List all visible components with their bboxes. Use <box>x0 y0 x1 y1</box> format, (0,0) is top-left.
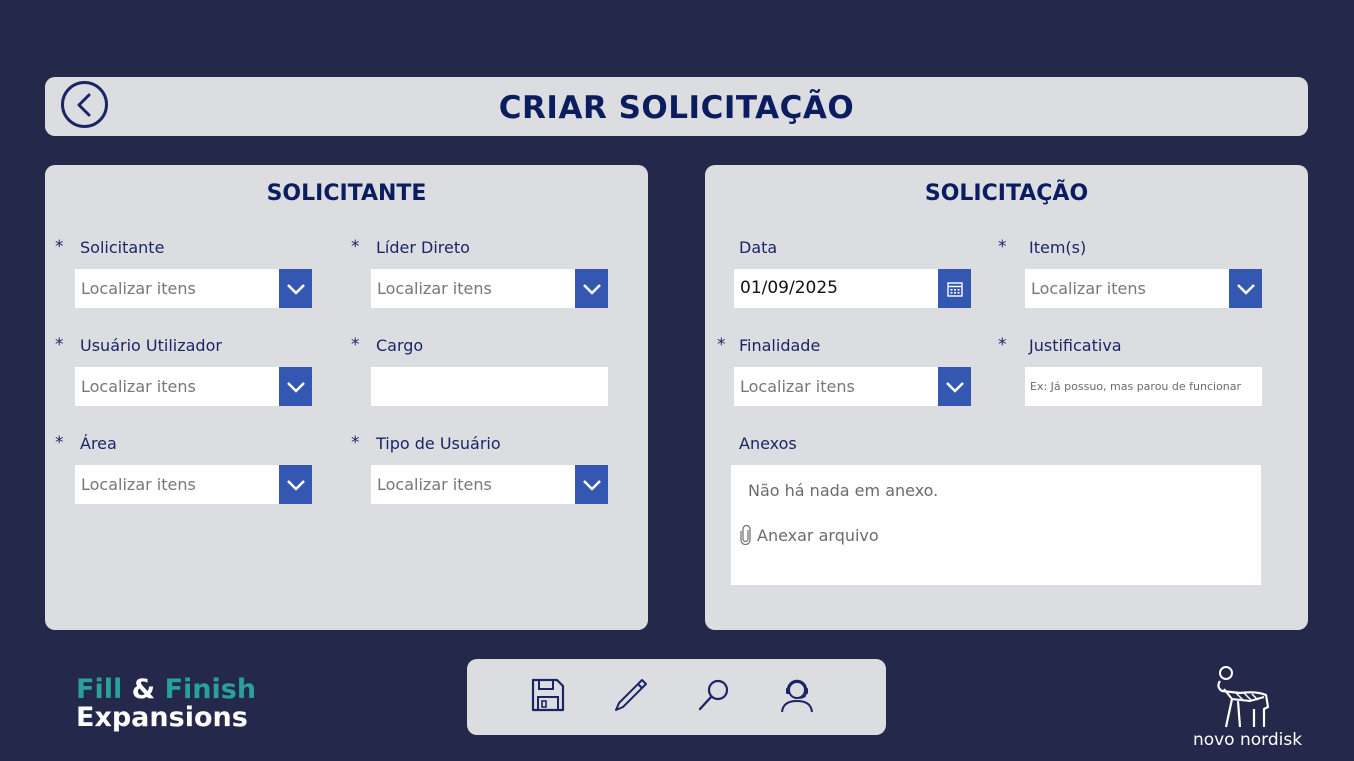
finalidade-label: Finalidade <box>739 336 821 355</box>
required-marker: * <box>55 433 64 453</box>
itens-combobox[interactable]: Localizar itens <box>1025 269 1262 308</box>
itens-label: Item(s) <box>1029 238 1087 257</box>
data-label: Data <box>739 238 778 257</box>
apis-bull-icon <box>1217 666 1270 728</box>
search-button[interactable] <box>694 675 734 715</box>
lider-direto-label: Líder Direto <box>376 238 470 257</box>
required-marker: * <box>351 335 360 355</box>
justificativa-input[interactable]: Ex: Já possuo, mas parou de funcionar <box>1025 367 1262 406</box>
justificativa-placeholder[interactable]: Ex: Já possuo, mas parou de funcionar <box>1025 380 1241 393</box>
anexos-label: Anexos <box>739 434 797 453</box>
bottom-toolbar <box>467 659 886 735</box>
area-placeholder[interactable]: Localizar itens <box>75 465 279 504</box>
page-title: CRIAR SOLICITAÇÃO <box>498 90 855 126</box>
lider-direto-placeholder[interactable]: Localizar itens <box>371 269 575 308</box>
search-icon <box>698 679 729 711</box>
dropdown-button[interactable] <box>279 465 312 504</box>
dropdown-button[interactable] <box>575 269 608 308</box>
finalidade-combobox[interactable]: Localizar itens <box>734 367 971 406</box>
required-marker: * <box>55 237 64 257</box>
chevron-down-icon <box>582 479 601 491</box>
attachments-empty-text: Não há nada em anexo. <box>748 481 939 500</box>
dropdown-button[interactable] <box>575 465 608 504</box>
brand-finish: Finish <box>164 674 257 705</box>
solicitante-combobox[interactable]: Localizar itens <box>75 269 312 308</box>
novo-nordisk-logo: novo nordisk <box>1190 665 1305 750</box>
dropdown-button[interactable] <box>1229 269 1262 308</box>
justificativa-label: Justificativa <box>1029 336 1122 355</box>
cargo-label: Cargo <box>376 336 424 355</box>
required-marker: * <box>55 335 64 355</box>
attachments-box[interactable]: Não há nada em anexo. Anexar arquivo <box>731 465 1261 585</box>
itens-placeholder[interactable]: Localizar itens <box>1025 269 1229 308</box>
usuario-utilizador-label: Usuário Utilizador <box>80 336 222 355</box>
date-picker[interactable]: 01/09/2025 <box>734 269 971 308</box>
dropdown-button[interactable] <box>938 367 971 406</box>
required-marker: * <box>998 335 1007 355</box>
usuario-utilizador-placeholder[interactable]: Localizar itens <box>75 367 279 406</box>
tipo-usuario-placeholder[interactable]: Localizar itens <box>371 465 575 504</box>
calendar-button[interactable] <box>938 269 971 308</box>
finalidade-placeholder[interactable]: Localizar itens <box>734 367 938 406</box>
dropdown-button[interactable] <box>279 367 312 406</box>
brand-fill: Fill <box>76 674 123 705</box>
tipo-usuario-combobox[interactable]: Localizar itens <box>371 465 608 504</box>
chevron-down-icon <box>286 479 305 491</box>
chevron-down-icon <box>286 381 305 393</box>
brand-amp: & <box>131 674 156 705</box>
required-marker: * <box>717 335 726 355</box>
support-button[interactable] <box>777 675 817 715</box>
panel-title: SOLICITANTE <box>266 181 427 206</box>
brand-expansions: Expansions <box>76 702 248 733</box>
edit-icon <box>615 679 647 711</box>
chevron-down-icon <box>945 381 964 393</box>
solicitante-label: Solicitante <box>80 238 165 257</box>
save-icon <box>531 678 565 712</box>
chevron-down-icon <box>582 283 601 295</box>
area-label: Área <box>80 434 117 453</box>
tipo-usuario-label: Tipo de Usuário <box>376 434 501 453</box>
solicitante-placeholder[interactable]: Localizar itens <box>75 269 279 308</box>
save-button[interactable] <box>528 675 568 715</box>
required-marker: * <box>351 433 360 453</box>
novo-nordisk-text: novo nordisk <box>1192 730 1303 750</box>
calendar-icon <box>946 281 963 297</box>
lider-direto-combobox[interactable]: Localizar itens <box>371 269 608 308</box>
required-marker: * <box>351 237 360 257</box>
attach-file-button[interactable]: Anexar arquivo <box>739 525 879 545</box>
dropdown-button[interactable] <box>279 269 312 308</box>
fill-finish-logo: Fill & Finish Expansions <box>76 676 256 732</box>
area-combobox[interactable]: Localizar itens <box>75 465 312 504</box>
cargo-input[interactable] <box>371 367 608 406</box>
attach-file-label[interactable]: Anexar arquivo <box>757 526 879 545</box>
date-value[interactable]: 01/09/2025 <box>734 269 938 308</box>
header-bar: CRIAR SOLICITAÇÃO <box>45 77 1308 136</box>
usuario-utilizador-combobox[interactable]: Localizar itens <box>75 367 312 406</box>
chevron-down-icon <box>286 283 305 295</box>
cargo-value[interactable] <box>371 380 376 393</box>
chevron-down-icon <box>1236 283 1255 295</box>
paperclip-icon <box>740 525 751 545</box>
panel-title: SOLICITAÇÃO <box>924 181 1089 206</box>
required-marker: * <box>998 237 1007 257</box>
solicitacao-panel: SOLICITAÇÃO Data 01/09/2025 * Item(s) Lo… <box>705 165 1308 630</box>
support-agent-icon <box>781 679 813 713</box>
solicitante-panel: SOLICITANTE * Solicitante Localizar iten… <box>45 165 648 630</box>
edit-button[interactable] <box>611 675 651 715</box>
